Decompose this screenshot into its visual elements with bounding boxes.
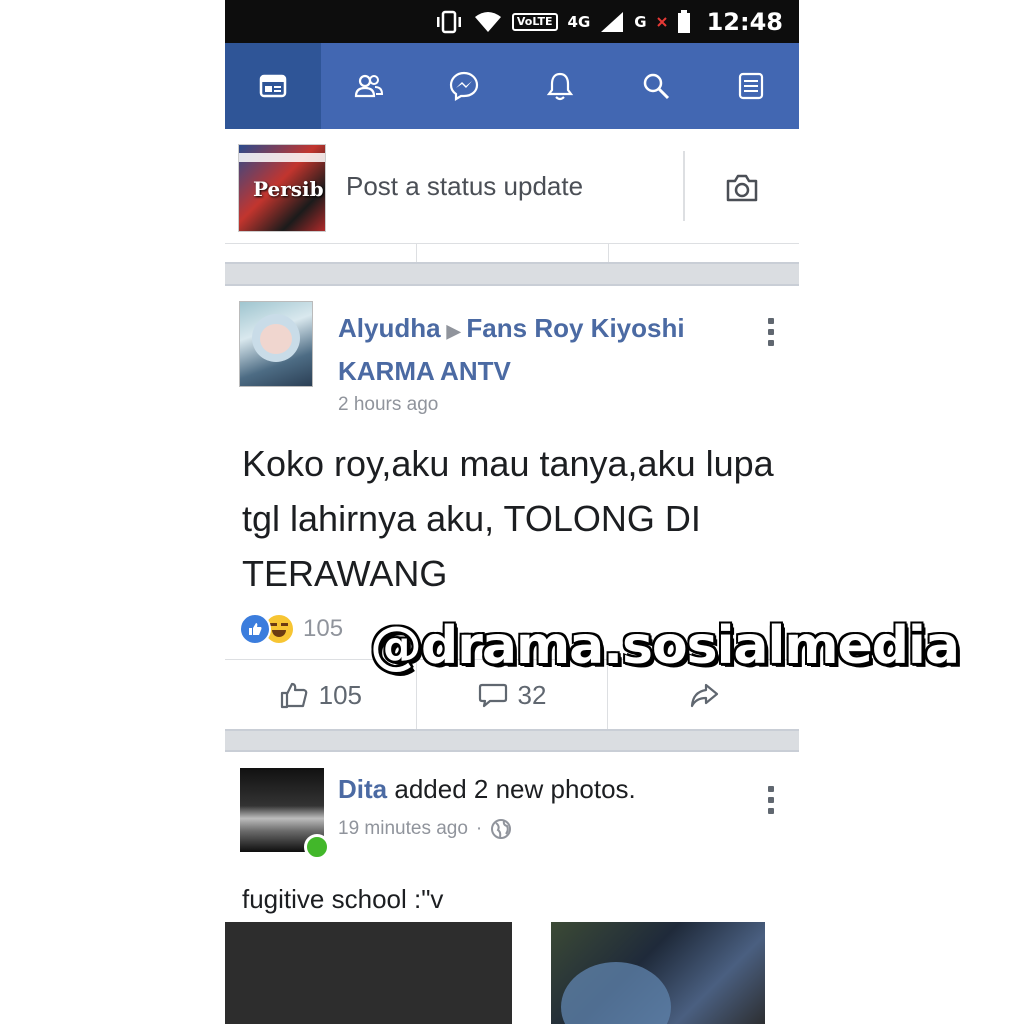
wifi-icon <box>474 11 501 32</box>
friends-icon <box>354 74 383 98</box>
tab-messenger[interactable] <box>416 43 512 129</box>
status-input[interactable]: Post a status update <box>346 171 583 202</box>
arrow-right-icon: ▶ <box>446 321 461 341</box>
comment-count: 32 <box>517 679 547 710</box>
thumbs-up-icon <box>280 682 307 709</box>
post-photo[interactable] <box>551 922 765 1024</box>
camera-icon[interactable] <box>725 173 759 203</box>
top-nav-bar <box>225 43 799 129</box>
reaction-summary[interactable]: 105 <box>239 613 343 645</box>
secondary-signal-label: G <box>634 12 647 31</box>
clock: 12:48 <box>706 7 783 36</box>
status-composer: Persib Post a status update <box>225 129 799 245</box>
post-options-button[interactable] <box>768 318 776 346</box>
author-name[interactable]: Dita <box>338 774 387 804</box>
post-meta: 19 minutes ago · <box>338 818 512 840</box>
like-count: 105 <box>318 679 363 710</box>
signal-icon <box>601 11 624 32</box>
avatar-logo-text: Persib <box>253 177 324 201</box>
post-body: Koko roy,aku mau tanya,aku lupa tgl lahi… <box>242 443 774 594</box>
phone-screen: VoLTE 4G G 12:48 Persib Post a status up… <box>225 0 799 1024</box>
tab-notifications[interactable] <box>512 43 608 129</box>
reaction-count: 105 <box>303 615 344 642</box>
online-status-dot <box>304 834 330 860</box>
tab-search[interactable] <box>608 43 704 129</box>
no-signal-icon <box>656 16 667 27</box>
vibrate-icon <box>436 10 461 33</box>
author-name[interactable]: Alyudha <box>338 313 441 343</box>
globe-icon <box>491 819 512 839</box>
feed-separator <box>225 262 799 286</box>
post-timestamp[interactable]: 19 minutes ago <box>338 818 468 840</box>
volte-badge: VoLTE <box>511 12 558 31</box>
news-feed-icon <box>259 74 287 98</box>
tab-news-feed[interactable] <box>225 43 321 129</box>
author-avatar[interactable] <box>239 301 313 387</box>
feed-post: Dita added 2 new photos. 19 minutes ago … <box>225 752 799 1024</box>
share-icon <box>690 683 718 708</box>
battery-icon <box>677 9 690 33</box>
post-photo[interactable] <box>225 922 512 1024</box>
feed-separator <box>225 729 799 752</box>
composer-tabs <box>225 243 799 264</box>
post-action-text: added 2 new photos. <box>394 774 636 804</box>
tab-friends[interactable] <box>321 43 417 129</box>
bell-icon <box>546 72 574 101</box>
network-type-label: 4G <box>567 12 591 31</box>
post-header: Dita added 2 new photos. <box>338 774 636 805</box>
search-icon <box>643 73 669 100</box>
my-avatar[interactable]: Persib <box>238 144 326 232</box>
tab-menu[interactable] <box>703 43 799 129</box>
meta-dot: · <box>475 818 483 839</box>
post-timestamp[interactable]: 2 hours ago <box>338 394 438 416</box>
post-options-button[interactable] <box>768 786 776 814</box>
menu-icon <box>739 72 764 100</box>
messenger-icon <box>450 71 479 101</box>
status-bar: VoLTE 4G G 12:48 <box>225 0 799 43</box>
comment-icon <box>478 683 507 708</box>
watermark-text: @drama.sosialmedia <box>370 616 960 676</box>
composer-divider <box>683 151 685 221</box>
like-reaction-icon <box>239 613 271 645</box>
post-body: fugitive school :"v <box>242 884 444 914</box>
post-header: Alyudha ▶ Fans Roy Kiyoshi KARMA ANTV <box>338 308 738 391</box>
